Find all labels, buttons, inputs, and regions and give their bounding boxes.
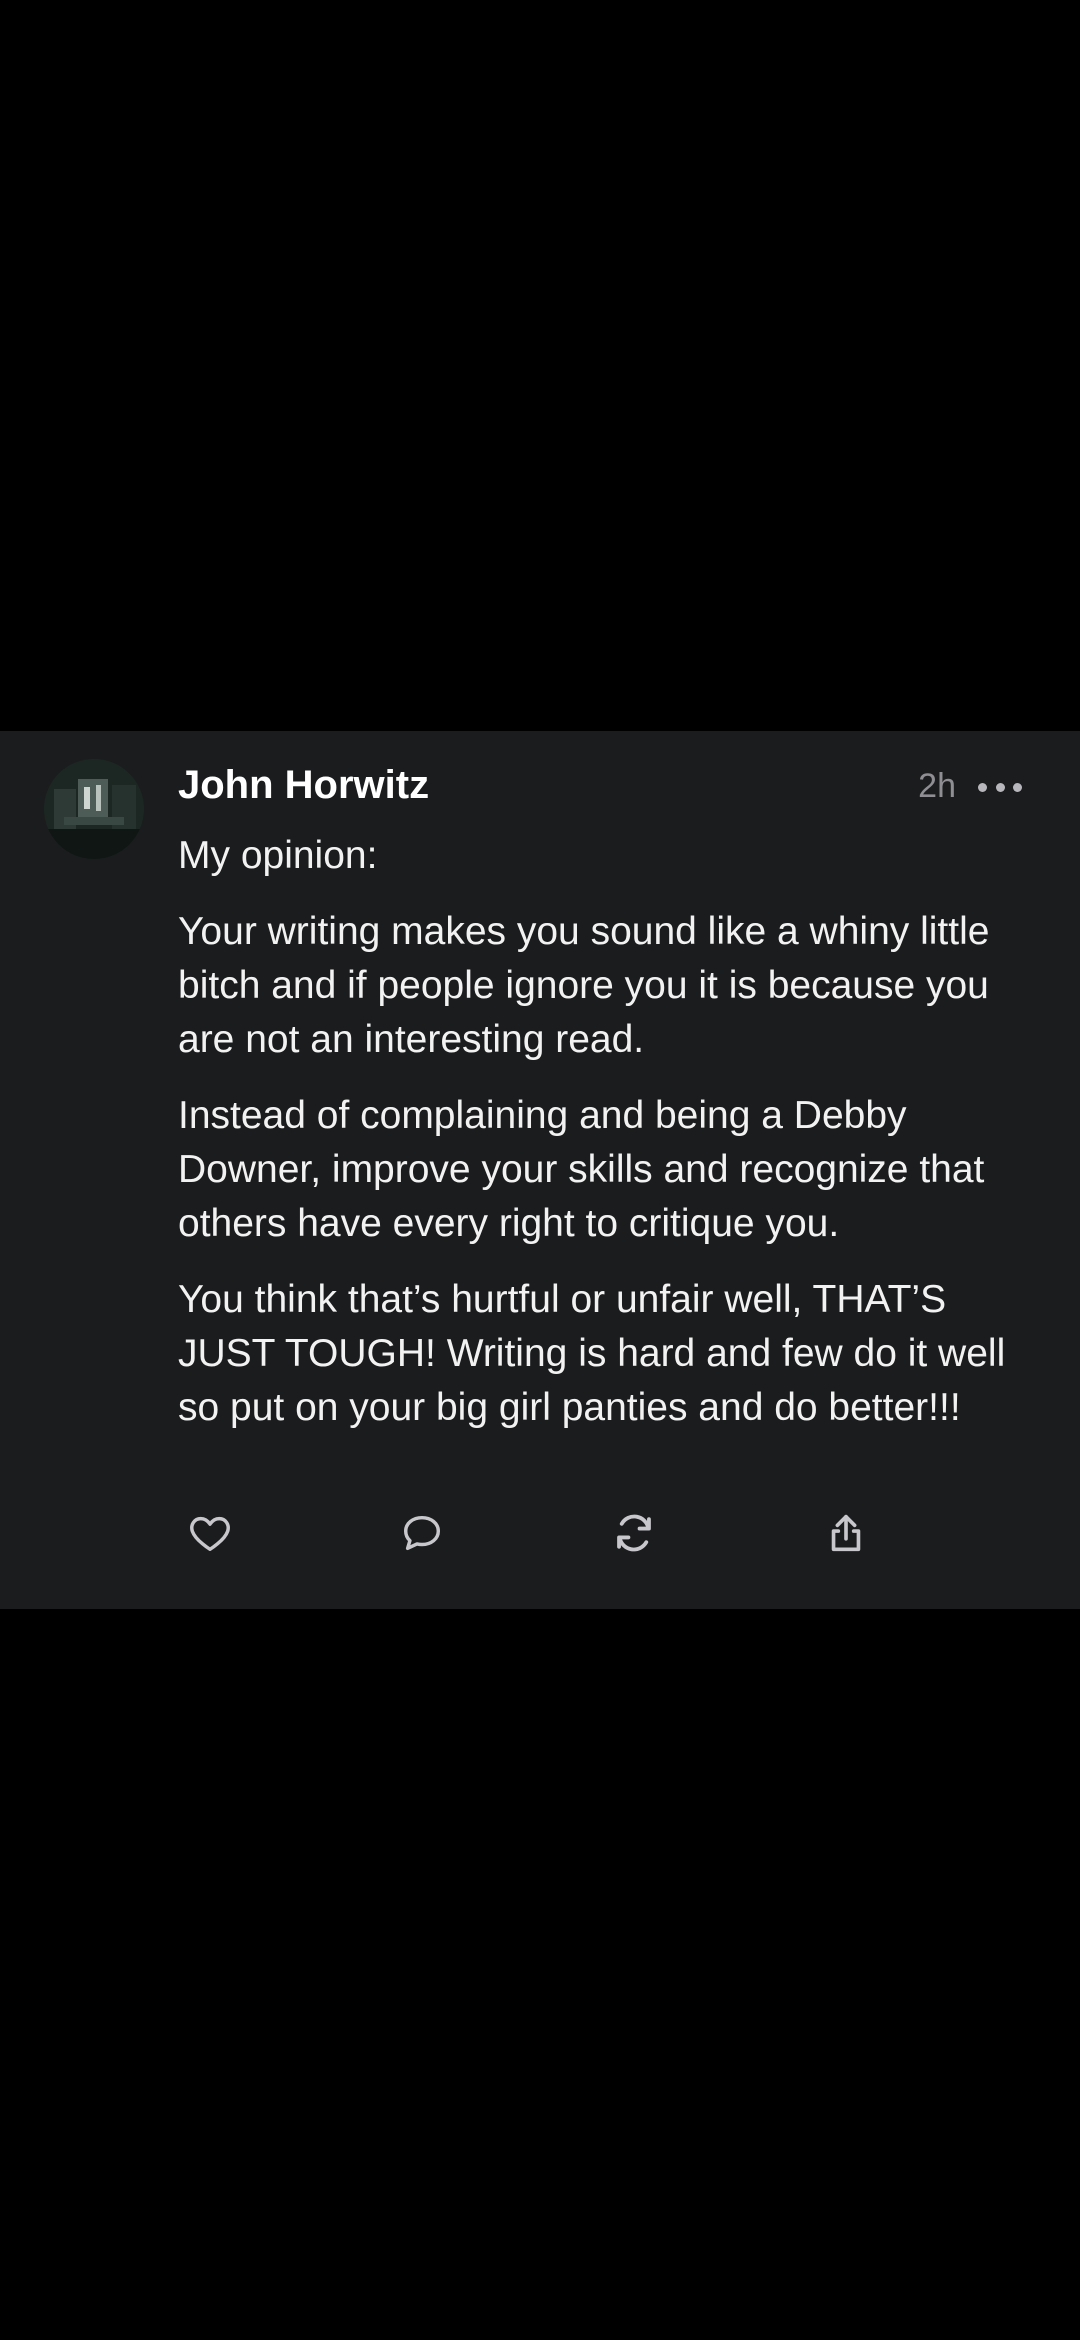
- post-timestamp: 2h: [918, 767, 956, 805]
- like-button[interactable]: [180, 1503, 240, 1563]
- post-card[interactable]: John Horwitz 2h My opinion: Your writing…: [0, 731, 1080, 1609]
- post-paragraph: You think that’s hurtful or unfair well,…: [178, 1278, 1006, 1429]
- post-paragraph: Instead of complaining and being a Debby…: [178, 1094, 985, 1245]
- share-icon: [831, 1514, 861, 1552]
- heart-icon: [190, 1516, 230, 1552]
- screen: John Horwitz 2h My opinion: Your writing…: [0, 0, 1080, 2340]
- reply-button[interactable]: [392, 1503, 452, 1563]
- post-paragraph: My opinion:: [178, 834, 378, 877]
- share-button[interactable]: [816, 1503, 876, 1563]
- avatar[interactable]: [44, 759, 144, 859]
- more-options-icon[interactable]: [978, 775, 1022, 799]
- author-name[interactable]: John Horwitz: [178, 757, 429, 813]
- post-actions-bar: [0, 1503, 1080, 1563]
- repost-button[interactable]: [604, 1503, 664, 1563]
- post-body: My opinion: Your writing makes you sound…: [178, 829, 1038, 1457]
- repost-icon: [617, 1514, 651, 1552]
- post-paragraph: Your writing makes you sound like a whin…: [178, 910, 990, 1061]
- comment-icon: [403, 1515, 441, 1551]
